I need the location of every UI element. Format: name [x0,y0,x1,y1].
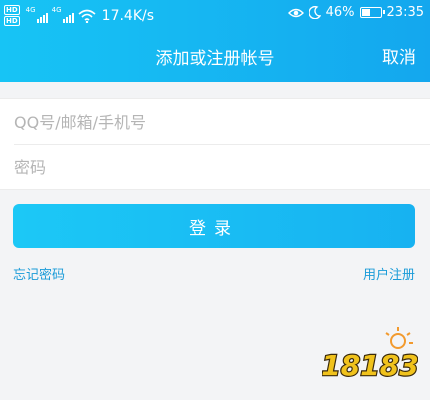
battery-percent: 46% [325,5,355,20]
eye-icon [287,8,304,17]
app-header: HD HD 4G 4G 17.4K/s 46% 23:35 添加或注册帐号 取消 [0,0,430,82]
net-speed: 17.4K/s [101,7,155,24]
status-bar-right: 46% 23:35 [287,5,424,20]
page-title: 添加或注册帐号 [155,49,275,69]
signal-tag: 4G [51,5,62,14]
clock: 23:35 [386,5,424,20]
cancel-button[interactable]: 取消 [382,43,416,68]
watermark-logo: 18183 [322,327,418,383]
battery-icon [359,7,385,18]
battery-fill [361,9,370,16]
hd-badge-2: HD [4,16,20,26]
login-button[interactable]: 登录 [13,204,415,248]
register-link[interactable]: 用户注册 [363,264,415,283]
status-bar: HD HD 4G 4G 17.4K/s 46% 23:35 [0,0,430,30]
status-bar-left: HD HD 4G 4G 17.4K/s [4,5,154,26]
hd-icon: HD HD [4,5,20,26]
signal-tag: 4G [25,5,36,14]
signal-icon: 4G [25,5,48,23]
watermark-text: 18183 [322,349,418,382]
signal-icon: 4G [51,5,74,23]
sun-icon [385,327,413,349]
login-form [0,98,430,190]
nav-bar: 添加或注册帐号 取消 [0,38,430,74]
account-input[interactable] [14,100,430,144]
moon-icon [308,6,321,19]
hd-badge-1: HD [4,5,20,15]
forgot-password-link[interactable]: 忘记密码 [13,264,65,283]
password-input[interactable] [14,145,430,189]
wifi-icon [78,9,96,23]
